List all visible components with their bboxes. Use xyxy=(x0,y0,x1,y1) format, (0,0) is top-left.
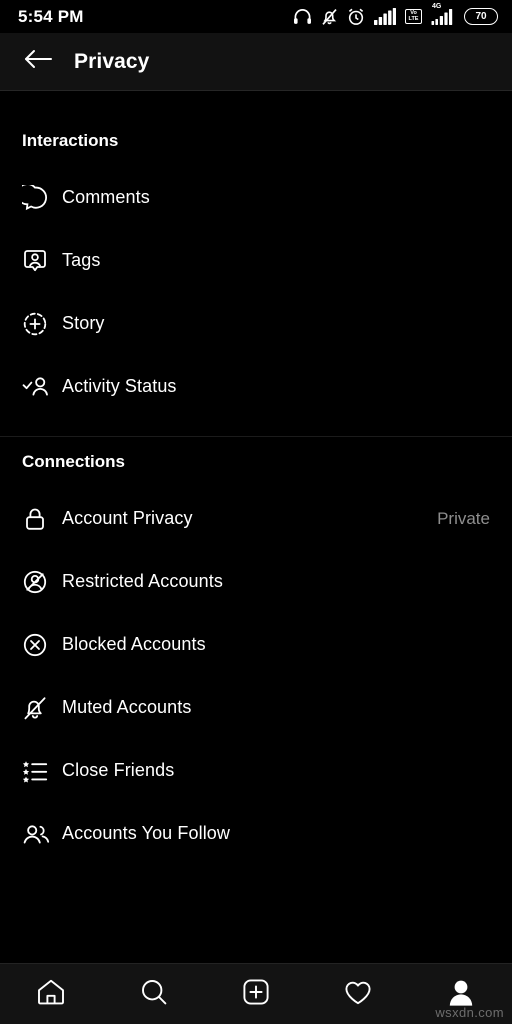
lock-icon xyxy=(22,506,60,532)
back-button[interactable] xyxy=(16,40,60,84)
nav-activity-button[interactable] xyxy=(328,968,388,1020)
comment-bubble-icon xyxy=(22,184,60,211)
status-bar: 5:54 PM Vo LTE 4G 70 xyxy=(0,0,512,33)
status-icons: Vo LTE 4G 70 xyxy=(293,3,498,26)
row-activity-status[interactable]: Activity Status xyxy=(0,355,512,418)
bell-slash-icon xyxy=(22,695,60,721)
nav-home-button[interactable] xyxy=(21,968,81,1020)
star-list-icon xyxy=(22,759,60,783)
volte-bottom-text: LTE xyxy=(408,15,419,22)
volte-icon: Vo LTE xyxy=(405,9,422,24)
back-arrow-icon xyxy=(23,47,53,76)
row-blocked-accounts[interactable]: Blocked Accounts xyxy=(0,613,512,676)
people-icon xyxy=(22,821,60,847)
bottom-navigation xyxy=(0,963,512,1024)
network-type-label: 4G xyxy=(432,3,442,10)
heart-icon xyxy=(342,976,374,1013)
row-label: Close Friends xyxy=(62,760,175,780)
battery-indicator: 70 xyxy=(464,8,498,25)
activity-status-icon xyxy=(22,374,60,400)
row-story[interactable]: Story xyxy=(0,292,512,355)
nav-add-button[interactable] xyxy=(226,968,286,1020)
home-icon xyxy=(35,976,67,1013)
row-tags[interactable]: Tags xyxy=(0,229,512,292)
nav-profile-button[interactable] xyxy=(431,968,491,1020)
alarm-clock-icon xyxy=(347,8,365,26)
page-title: Privacy xyxy=(74,49,150,73)
tag-person-icon xyxy=(22,248,60,274)
row-label: Accounts You Follow xyxy=(62,823,231,843)
section-header-interactions: Interactions xyxy=(22,131,119,150)
section-header-connections: Connections xyxy=(22,452,125,471)
battery-level-text: 70 xyxy=(475,11,487,22)
bell-muted-icon xyxy=(321,8,338,26)
blocked-circle-x-icon xyxy=(22,632,60,658)
app-header: Privacy xyxy=(0,33,512,91)
signal-bars-icon xyxy=(374,8,396,25)
row-close-friends[interactable]: Close Friends xyxy=(0,739,512,802)
row-restricted-accounts[interactable]: Restricted Accounts xyxy=(0,550,512,613)
row-label: Tags xyxy=(62,250,101,270)
add-post-icon xyxy=(240,976,272,1013)
row-label: Restricted Accounts xyxy=(62,571,223,591)
row-label: Story xyxy=(62,313,105,333)
row-account-privacy[interactable]: Account Privacy Private xyxy=(0,487,512,550)
row-muted-accounts[interactable]: Muted Accounts xyxy=(0,676,512,739)
row-label: Blocked Accounts xyxy=(62,634,206,654)
row-label: Muted Accounts xyxy=(62,697,192,717)
restricted-person-icon xyxy=(22,569,60,595)
profile-avatar-icon xyxy=(445,976,477,1013)
app-screen: 5:54 PM Vo LTE 4G 70 Privacy Interaction… xyxy=(0,0,512,1024)
row-label: Comments xyxy=(62,187,150,207)
account-privacy-value: Private xyxy=(437,508,490,528)
row-label: Account Privacy xyxy=(62,508,193,528)
row-label: Activity Status xyxy=(62,376,177,396)
nav-search-button[interactable] xyxy=(124,968,184,1020)
status-time: 5:54 PM xyxy=(18,6,84,26)
story-plus-icon xyxy=(22,311,60,337)
headphones-icon xyxy=(293,8,312,25)
search-icon xyxy=(138,976,170,1013)
settings-list: Interactions Comments Tags Story Activit… xyxy=(0,91,512,963)
signal-4g-icon: 4G xyxy=(431,3,455,25)
row-accounts-you-follow[interactable]: Accounts You Follow xyxy=(0,802,512,865)
row-comments[interactable]: Comments xyxy=(0,166,512,229)
